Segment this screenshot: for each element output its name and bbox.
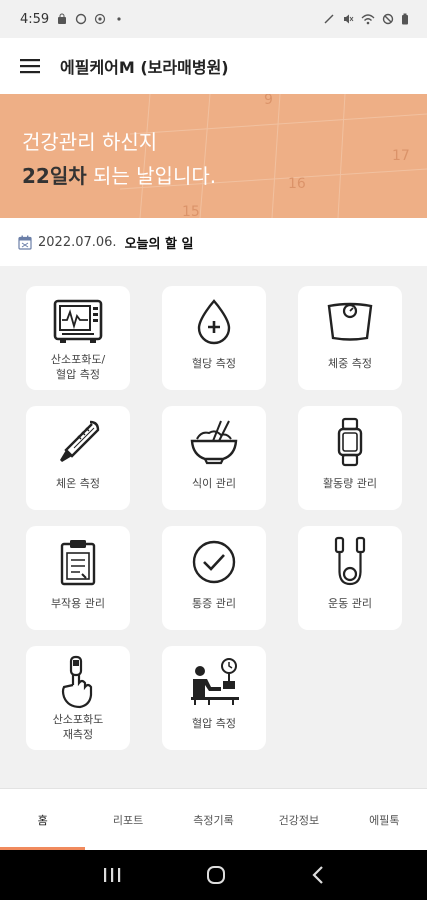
scale-icon <box>327 302 373 341</box>
deco-number-15: 15 <box>182 204 200 218</box>
task-label: 체온 측정 <box>56 477 100 490</box>
status-time: 4:59 <box>20 11 50 27</box>
task-card-temperature[interactable]: 체온 측정 <box>26 406 130 510</box>
nav-label: 건강정보 <box>278 813 320 827</box>
jump-rope-icon <box>334 536 366 586</box>
greeting-banner: 17 16 15 9 건강관리 하신지 22일차 되는 날입니다. <box>0 94 427 218</box>
notification-target-icon <box>95 13 106 25</box>
home-icon[interactable] <box>205 864 227 886</box>
today-date: 2022.07.06. <box>38 234 117 250</box>
hamburger-menu-icon <box>20 59 40 74</box>
task-label: 운동 관리 <box>328 597 372 610</box>
deco-number-17: 17 <box>392 148 410 164</box>
task-card-activity[interactable]: 활동량 관리 <box>298 406 402 510</box>
system-nav-bar <box>0 850 427 900</box>
back-icon[interactable] <box>311 865 325 885</box>
deco-number-16: 16 <box>288 176 306 192</box>
task-card-pain[interactable]: 통증 관리 <box>162 526 266 630</box>
nav-label: 측정기록 <box>193 813 234 827</box>
mute-icon <box>344 14 354 24</box>
task-label: 식이 관리 <box>192 477 236 490</box>
nav-label: 리포트 <box>112 813 144 827</box>
menu-button[interactable] <box>0 38 60 94</box>
thermometer-icon <box>60 420 100 462</box>
nav-records[interactable]: 측정기록 <box>171 789 256 850</box>
nav-health-info[interactable]: 건강정보 <box>256 789 341 850</box>
task-label: 혈압 측정 <box>192 717 236 730</box>
calendar-deco-graphic: 17 16 15 9 <box>119 94 427 218</box>
rice-bowl-icon <box>190 420 238 465</box>
task-label: 산소포화도/ 혈압 측정 <box>50 353 106 381</box>
nav-label: 홈 <box>37 813 48 827</box>
blood-drop-icon <box>197 299 231 345</box>
task-label: 체중 측정 <box>328 357 372 370</box>
task-card-oxygen-bp[interactable]: 산소포화도/ 혈압 측정 <box>26 286 130 390</box>
recent-apps-icon[interactable] <box>102 866 122 884</box>
no-pen-icon <box>324 14 334 24</box>
task-card-blood-pressure[interactable]: 혈압 측정 <box>162 646 266 750</box>
task-label: 활동량 관리 <box>322 477 378 490</box>
check-circle-icon <box>192 540 236 584</box>
task-label: 산소포화도 재측정 <box>52 713 104 741</box>
wifi-icon <box>361 14 375 25</box>
smartwatch-icon <box>337 417 363 467</box>
task-card-diet[interactable]: 식이 관리 <box>162 406 266 510</box>
task-card-side-effect[interactable]: 부작용 관리 <box>26 526 130 630</box>
deco-number-9: 9 <box>264 94 273 108</box>
task-card-weight[interactable]: 체중 측정 <box>298 286 402 390</box>
status-bar: 4:59 <box>0 0 427 38</box>
nav-home[interactable]: 홈 <box>0 789 85 850</box>
notification-bag-icon <box>58 13 67 24</box>
battery-icon <box>402 13 408 25</box>
app-title: 에필케어M (보라매병원) <box>60 58 229 77</box>
task-card-exercise[interactable]: 운동 관리 <box>298 526 402 630</box>
nav-report[interactable]: 리포트 <box>85 789 170 850</box>
task-label: 통증 관리 <box>192 597 236 610</box>
nav-label: 에필톡 <box>369 813 400 827</box>
banner-line2: 22일차 되는 날입니다. <box>22 160 216 189</box>
blocked-icon <box>382 13 394 25</box>
app-bar: 에필케어M (보라매병원) <box>0 38 427 94</box>
blood-pressure-person-icon <box>191 658 239 705</box>
finger-oximeter-icon <box>61 655 93 709</box>
monitor-icon <box>53 299 103 343</box>
nav-epil-talk[interactable]: 에필톡 <box>342 789 427 850</box>
task-label: 혈당 측정 <box>192 357 236 370</box>
task-card-oxygen-remeasure[interactable]: 산소포화도 재측정 <box>26 646 130 750</box>
notification-circle-icon <box>76 13 87 25</box>
banner-line1: 건강관리 하신지 <box>22 130 158 154</box>
calendar-icon <box>18 235 32 250</box>
dot-icon <box>117 17 121 21</box>
task-card-blood-sugar[interactable]: 혈당 측정 <box>162 286 266 390</box>
task-label: 부작용 관리 <box>50 597 106 610</box>
date-bar: 2022.07.06. 오늘의 할 일 <box>0 218 427 266</box>
banner-day-count: 22일차 <box>22 164 87 188</box>
todo-heading: 오늘의 할 일 <box>124 236 194 252</box>
clipboard-icon <box>60 540 96 586</box>
task-grid: 산소포화도/ 혈압 측정 혈당 측정 체중 측정 체온 측정 식이 관리 활동량… <box>0 266 427 786</box>
banner-line2-rest: 되는 날입니다. <box>86 164 217 188</box>
bottom-nav: 홈 리포트 측정기록 건강정보 에필톡 <box>0 788 427 850</box>
